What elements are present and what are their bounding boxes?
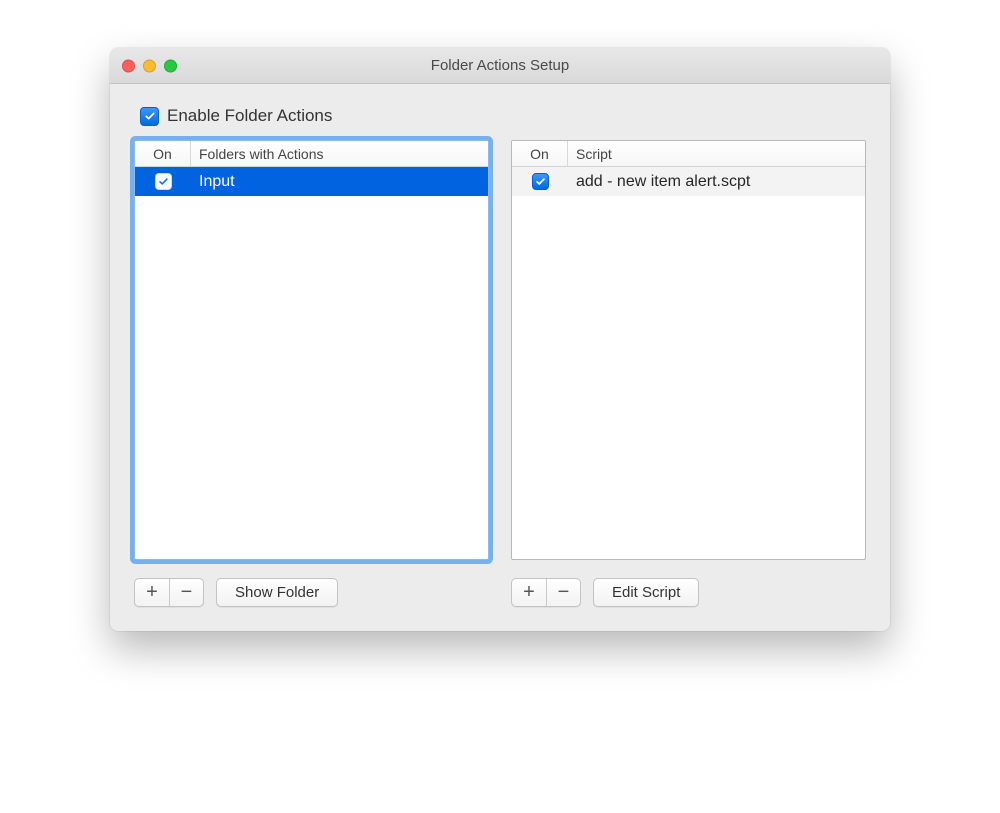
add-folder-button[interactable]: + <box>135 579 169 606</box>
window-controls <box>122 59 177 72</box>
folders-toolbar: + − Show Folder <box>134 578 489 607</box>
folders-table-header: On Folders with Actions <box>135 141 488 167</box>
scripts-table-header: On Script <box>512 141 865 167</box>
table-row[interactable]: Input <box>135 167 488 196</box>
folders-add-remove-group: + − <box>134 578 204 607</box>
table-row[interactable]: add - new item alert.scpt <box>512 167 865 196</box>
remove-script-button[interactable]: − <box>546 579 580 606</box>
scripts-header-name[interactable]: Script <box>568 141 865 166</box>
enable-folder-actions-label: Enable Folder Actions <box>167 106 332 126</box>
script-row-name: add - new item alert.scpt <box>568 173 865 191</box>
folders-header-name[interactable]: Folders with Actions <box>191 141 488 166</box>
close-icon[interactable] <box>122 59 135 72</box>
remove-folder-button[interactable]: − <box>169 579 203 606</box>
add-script-button[interactable]: + <box>512 579 546 606</box>
enable-folder-actions-checkbox[interactable] <box>140 107 159 126</box>
minimize-icon[interactable] <box>143 59 156 72</box>
enable-folder-actions-row: Enable Folder Actions <box>140 106 866 126</box>
window-title: Folder Actions Setup <box>110 57 890 74</box>
scripts-header-on[interactable]: On <box>512 141 568 166</box>
scripts-toolbar: + − Edit Script <box>511 578 866 607</box>
script-row-checkbox[interactable] <box>532 173 549 190</box>
folders-header-on[interactable]: On <box>135 141 191 166</box>
folder-actions-window: Folder Actions Setup Enable Folder Actio… <box>110 48 890 631</box>
titlebar: Folder Actions Setup <box>110 48 890 84</box>
scripts-pane: On Script add - new item alert.scpt <box>511 140 866 607</box>
show-folder-button[interactable]: Show Folder <box>216 578 338 607</box>
folder-row-checkbox[interactable] <box>155 173 172 190</box>
scripts-table[interactable]: On Script add - new item alert.scpt <box>511 140 866 560</box>
folder-row-name: Input <box>191 173 488 191</box>
window-content: Enable Folder Actions On Folders with Ac… <box>110 84 890 631</box>
scripts-add-remove-group: + − <box>511 578 581 607</box>
folders-table[interactable]: On Folders with Actions Input <box>134 140 489 560</box>
edit-script-button[interactable]: Edit Script <box>593 578 699 607</box>
folders-pane: On Folders with Actions Input <box>134 140 489 607</box>
zoom-icon[interactable] <box>164 59 177 72</box>
